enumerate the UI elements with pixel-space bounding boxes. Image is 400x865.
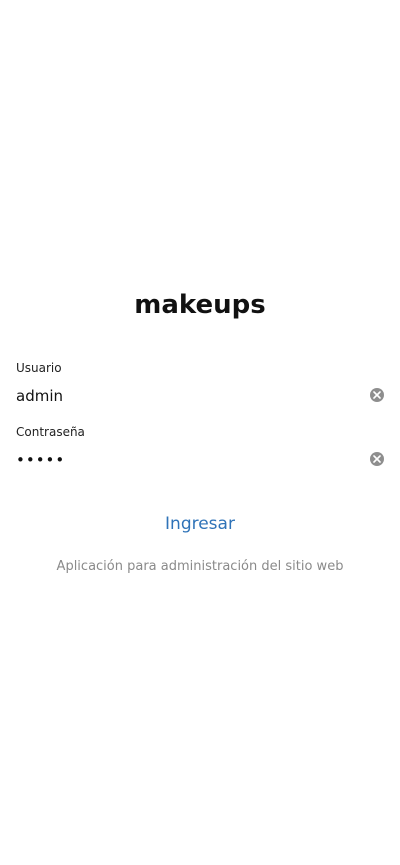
clear-circle-icon [373, 455, 381, 463]
username-field[interactable] [16, 383, 366, 409]
app-title: makeups [134, 290, 266, 320]
login-button[interactable]: Ingresar [0, 514, 400, 534]
login-screen: makeups Usuario Contraseña Ingresar Apli… [0, 0, 400, 865]
password-field[interactable] [16, 447, 366, 473]
username-clear-button[interactable] [370, 388, 384, 402]
username-label: Usuario [16, 361, 62, 375]
password-label: Contraseña [16, 425, 85, 439]
app-description: Aplicación para administración del sitio… [56, 559, 344, 574]
clear-circle-icon [373, 391, 381, 399]
password-clear-button[interactable] [370, 452, 384, 466]
